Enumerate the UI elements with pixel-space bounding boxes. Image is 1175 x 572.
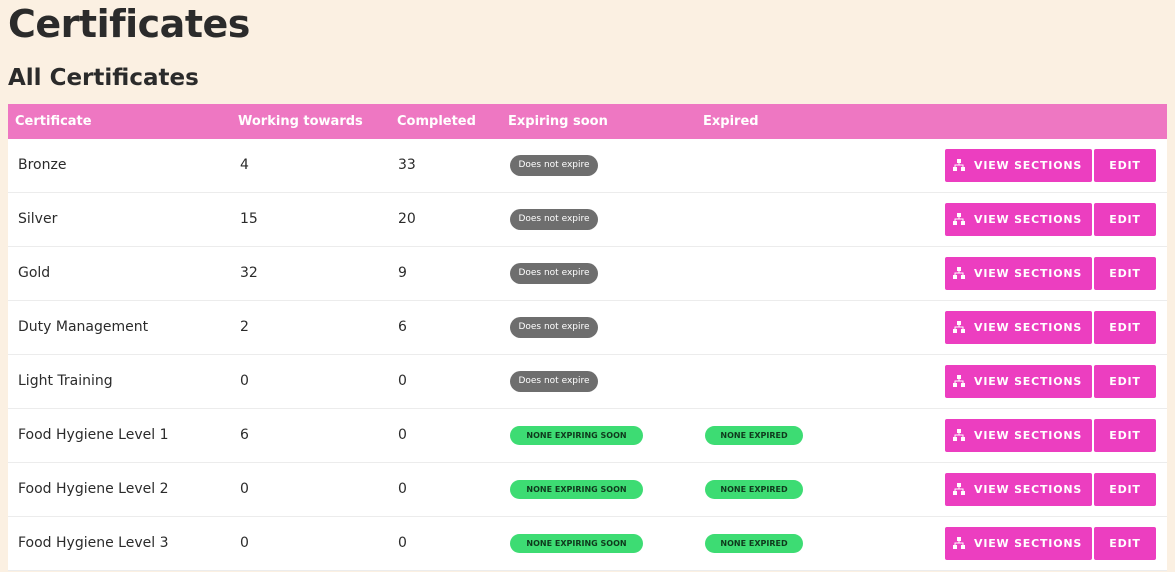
edit-button[interactable]: EDIT xyxy=(1094,527,1156,560)
edit-button[interactable]: EDIT xyxy=(1094,257,1156,290)
expiring-soon-badge: Does not expire xyxy=(510,317,598,338)
expiring-soon-badge: NONE EXPIRING SOON xyxy=(510,480,643,499)
table-row: Food Hygiene Level 3 0 0 NONE EXPIRING S… xyxy=(8,517,1167,571)
sitemap-icon xyxy=(953,321,965,333)
completed-count: 20 xyxy=(398,211,416,227)
completed-count: 0 xyxy=(398,427,407,443)
header-completed: Completed xyxy=(397,114,476,129)
table-row: Bronze 4 33 Does not expire VIEW SECTION… xyxy=(8,139,1167,193)
completed-count: 0 xyxy=(398,373,407,389)
table-body: Bronze 4 33 Does not expire VIEW SECTION… xyxy=(8,139,1167,571)
edit-button[interactable]: EDIT xyxy=(1094,311,1156,344)
expired-badge: NONE EXPIRED xyxy=(705,426,803,445)
view-sections-button[interactable]: VIEW SECTIONS xyxy=(945,419,1092,452)
completed-count: 6 xyxy=(398,319,407,335)
expiring-soon-badge: Does not expire xyxy=(510,263,598,284)
section-title: All Certificates xyxy=(8,65,199,91)
table-row: Silver 15 20 Does not expire VIEW SECTIO… xyxy=(8,193,1167,247)
header-certificate: Certificate xyxy=(15,114,92,129)
working-towards-count: 4 xyxy=(240,157,249,173)
working-towards-count: 6 xyxy=(240,427,249,443)
expired-badge: NONE EXPIRED xyxy=(705,534,803,553)
table-row: Food Hygiene Level 1 6 0 NONE EXPIRING S… xyxy=(8,409,1167,463)
sitemap-icon xyxy=(953,375,965,387)
certificate-name: Silver xyxy=(18,211,58,227)
edit-button[interactable]: EDIT xyxy=(1094,473,1156,506)
table-row: Duty Management 2 6 Does not expire VIEW… xyxy=(8,301,1167,355)
view-sections-label: VIEW SECTIONS xyxy=(974,537,1083,550)
completed-count: 0 xyxy=(398,481,407,497)
certificates-table: Certificate Working towards Completed Ex… xyxy=(8,104,1167,571)
working-towards-count: 0 xyxy=(240,535,249,551)
working-towards-count: 0 xyxy=(240,373,249,389)
expiring-soon-badge: Does not expire xyxy=(510,371,598,392)
view-sections-button[interactable]: VIEW SECTIONS xyxy=(945,365,1092,398)
expiring-soon-badge: NONE EXPIRING SOON xyxy=(510,426,643,445)
working-towards-count: 0 xyxy=(240,481,249,497)
header-expired: Expired xyxy=(703,114,759,129)
sitemap-icon xyxy=(953,267,965,279)
edit-button[interactable]: EDIT xyxy=(1094,419,1156,452)
view-sections-label: VIEW SECTIONS xyxy=(974,375,1083,388)
completed-count: 0 xyxy=(398,535,407,551)
certificate-name: Light Training xyxy=(18,373,113,389)
expired-badge: NONE EXPIRED xyxy=(705,480,803,499)
table-header: Certificate Working towards Completed Ex… xyxy=(8,104,1167,139)
sitemap-icon xyxy=(953,429,965,441)
sitemap-icon xyxy=(953,159,965,171)
certificate-name: Food Hygiene Level 3 xyxy=(18,535,169,551)
view-sections-button[interactable]: VIEW SECTIONS xyxy=(945,311,1092,344)
edit-button[interactable]: EDIT xyxy=(1094,203,1156,236)
edit-button[interactable]: EDIT xyxy=(1094,149,1156,182)
expiring-soon-badge: Does not expire xyxy=(510,155,598,176)
certificate-name: Food Hygiene Level 2 xyxy=(18,481,169,497)
completed-count: 33 xyxy=(398,157,416,173)
page-title: Certificates xyxy=(8,2,250,46)
certificate-name: Duty Management xyxy=(18,319,149,335)
working-towards-count: 2 xyxy=(240,319,249,335)
sitemap-icon xyxy=(953,483,965,495)
view-sections-button[interactable]: VIEW SECTIONS xyxy=(945,149,1092,182)
view-sections-label: VIEW SECTIONS xyxy=(974,267,1083,280)
view-sections-label: VIEW SECTIONS xyxy=(974,321,1083,334)
sitemap-icon xyxy=(953,213,965,225)
expiring-soon-badge: Does not expire xyxy=(510,209,598,230)
expiring-soon-badge: NONE EXPIRING SOON xyxy=(510,534,643,553)
table-row: Light Training 0 0 Does not expire VIEW … xyxy=(8,355,1167,409)
sitemap-icon xyxy=(953,537,965,549)
view-sections-button[interactable]: VIEW SECTIONS xyxy=(945,257,1092,290)
view-sections-button[interactable]: VIEW SECTIONS xyxy=(945,473,1092,506)
table-row: Gold 32 9 Does not expire VIEW SECTIONS … xyxy=(8,247,1167,301)
view-sections-label: VIEW SECTIONS xyxy=(974,213,1083,226)
view-sections-label: VIEW SECTIONS xyxy=(974,159,1083,172)
view-sections-label: VIEW SECTIONS xyxy=(974,483,1083,496)
certificate-name: Food Hygiene Level 1 xyxy=(18,427,169,443)
view-sections-button[interactable]: VIEW SECTIONS xyxy=(945,203,1092,236)
working-towards-count: 32 xyxy=(240,265,258,281)
view-sections-button[interactable]: VIEW SECTIONS xyxy=(945,527,1092,560)
working-towards-count: 15 xyxy=(240,211,258,227)
edit-button[interactable]: EDIT xyxy=(1094,365,1156,398)
completed-count: 9 xyxy=(398,265,407,281)
view-sections-label: VIEW SECTIONS xyxy=(974,429,1083,442)
header-working-towards: Working towards xyxy=(238,114,363,129)
certificate-name: Bronze xyxy=(18,157,67,173)
table-row: Food Hygiene Level 2 0 0 NONE EXPIRING S… xyxy=(8,463,1167,517)
certificate-name: Gold xyxy=(18,265,51,281)
header-expiring-soon: Expiring soon xyxy=(508,114,608,129)
